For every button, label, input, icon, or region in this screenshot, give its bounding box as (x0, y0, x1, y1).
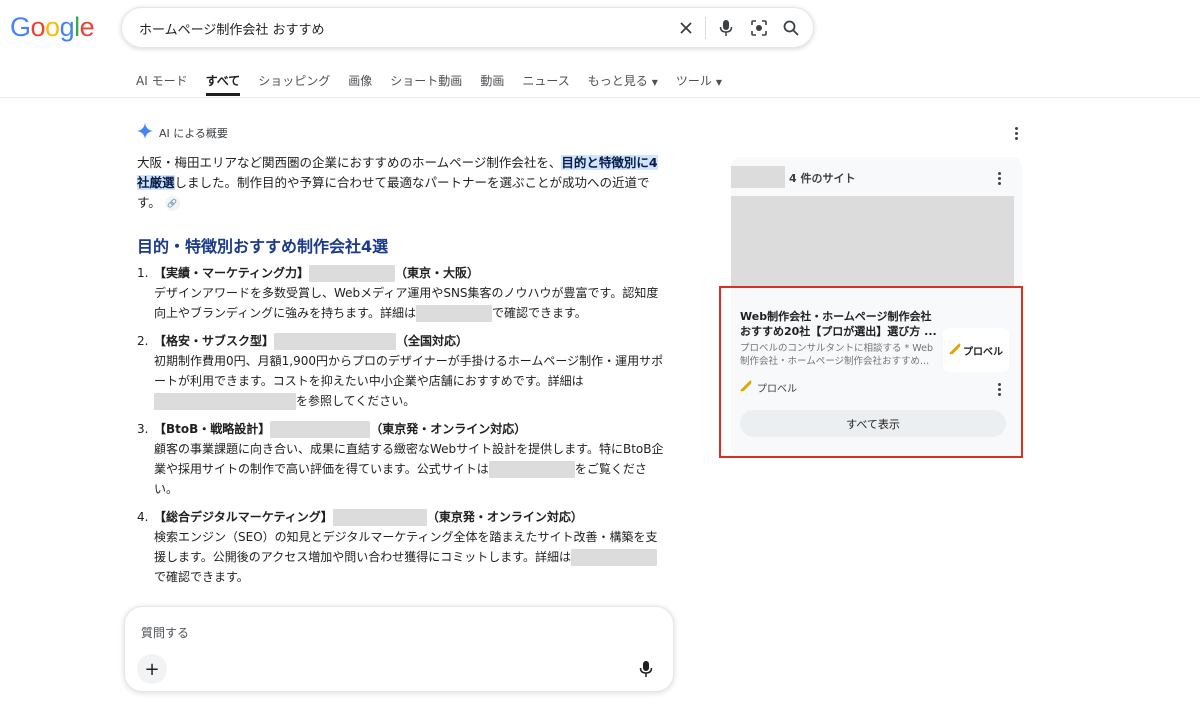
caret-down-icon: ▼ (651, 78, 658, 87)
more-options-icon[interactable] (1010, 125, 1022, 141)
tab-tools[interactable]: ツール ▼ (676, 72, 722, 96)
tab-label: ショート動画 (390, 74, 463, 88)
item-number: 1. (137, 266, 149, 280)
intro-text: しました。制作目的や予算に合わせて最適なパートナーを選ぶことが成功への近道です。 (137, 175, 650, 210)
list-item: 4. 【総合デジタルマーケティング】 （東京発・オンライン対応） 検索エンジン（S… (137, 507, 667, 587)
item-title: 【総合デジタルマーケティング】 (154, 510, 333, 524)
source-card-desc: プロベルのコンサルタントに相談する * Web制作会社・ホームページ制作会社おす… (740, 343, 934, 367)
tab-more[interactable]: もっと見る ▼ (588, 72, 658, 96)
source-thumbnail[interactable]: プロベル (943, 328, 1009, 372)
tab-label: 画像 (348, 74, 373, 88)
logo-letter: o (45, 12, 60, 42)
redacted-link[interactable] (488, 461, 575, 478)
redacted-link[interactable] (154, 393, 296, 410)
redacted-name (332, 509, 427, 526)
tab-videos[interactable]: 動画 (480, 72, 504, 96)
tab-label: ショッピング (258, 74, 331, 88)
search-input[interactable]: ホームページ制作会社 おすすめ (139, 19, 324, 38)
recommendation-list: 1. 【実績・マーケティング力】 （東京・大阪） デザインアワードを多数受賞し、W… (137, 263, 667, 595)
item-desc-end: で確認できます。 (154, 570, 249, 584)
redacted-link[interactable] (571, 549, 658, 566)
close-icon[interactable] (676, 18, 696, 38)
tab-all[interactable]: すべて (205, 72, 241, 96)
item-tag: （東京発・オンライン対応） (426, 510, 583, 524)
lens-icon[interactable] (749, 18, 769, 38)
more-options-icon[interactable] (993, 381, 1005, 397)
tab-label: 動画 (480, 74, 505, 88)
item-tag: （東京・大阪） (395, 266, 480, 280)
caret-down-icon: ▼ (715, 78, 723, 87)
redacted-source-card[interactable] (731, 196, 1014, 286)
list-item: 1. 【実績・マーケティング力】 （東京・大阪） デザインアワードを多数受賞し、W… (137, 263, 667, 323)
item-desc-end: を参照してください。 (296, 394, 416, 408)
logo-letter: G (10, 12, 31, 42)
tab-images[interactable]: 画像 (348, 72, 372, 96)
add-button[interactable]: + (137, 654, 167, 684)
source-site[interactable]: プロベル (740, 380, 797, 395)
tab-ai-mode[interactable]: AI モード (136, 72, 188, 96)
tab-short-videos[interactable]: ショート動画 (390, 72, 462, 96)
tab-label: ニュース (522, 74, 570, 88)
list-item: 2. 【格安・サブスク型】 （全国対応） 初期制作費用0円、月額1,900円からプ… (137, 331, 667, 411)
ai-overview-label: AI による概要 (159, 127, 228, 140)
item-number: 3. (137, 422, 149, 436)
redacted-link[interactable] (415, 305, 492, 322)
redacted-favicons (731, 166, 785, 188)
mic-icon[interactable] (639, 660, 653, 682)
tab-label: もっと見る (587, 74, 648, 88)
sparkle-icon (137, 123, 153, 143)
search-tabs: AI モード すべて ショッピング 画像 ショート動画 動画 ニュース もっと見… (136, 72, 740, 96)
show-all-button[interactable]: すべて表示 (740, 410, 1006, 437)
source-card-title[interactable]: Web制作会社・ホームページ制作会社おすすめ20社【プロが選出】選び方 ... (740, 309, 940, 339)
item-desc: 初期制作費用0円、月額1,900円からプロのデザイナーが手掛けるホームページ制作… (154, 354, 664, 388)
list-item: 3. 【BtoB・戦略設計】 （東京発・オンライン対応） 顧客の事業課題に向き合い… (137, 419, 667, 499)
ask-box[interactable]: 質問する + (124, 606, 674, 692)
item-tag: （東京発・オンライン対応） (370, 422, 527, 436)
favicon-icon (740, 380, 752, 395)
mic-icon[interactable] (716, 18, 736, 38)
item-desc-end: で確認できます。 (491, 306, 587, 320)
redacted-name (309, 265, 396, 282)
logo-letter: o (30, 12, 46, 42)
item-title: 【実績・マーケティング力】 (154, 266, 310, 280)
tab-shopping[interactable]: ショッピング (258, 72, 330, 96)
tab-label: AI モード (136, 74, 188, 88)
intro-text: 大阪・梅田エリアなど関西圏の企業におすすめのホームページ制作会社を、 (137, 155, 562, 170)
redacted-name (274, 333, 397, 350)
source-logo-text: プロベル (963, 346, 1003, 358)
ai-overview-heading: 目的・特徴別おすすめ制作会社4選 (137, 237, 389, 256)
item-number: 2. (137, 334, 149, 348)
ai-overview-header: AI による概要 (137, 123, 228, 143)
search-icon[interactable] (781, 18, 801, 38)
search-box[interactable]: ホームページ制作会社 おすすめ (121, 7, 814, 48)
item-title: 【BtoB・戦略設計】 (154, 422, 271, 436)
tab-news[interactable]: ニュース (522, 72, 569, 96)
more-options-icon[interactable] (993, 170, 1005, 186)
logo-letter: e (79, 12, 95, 42)
sources-count: 4 件のサイト (789, 172, 856, 185)
item-number: 4. (137, 510, 149, 524)
tab-label: ツール (675, 74, 712, 88)
source-name: プロベル (757, 384, 797, 395)
tab-label: すべて (205, 74, 241, 88)
logo-letter: g (59, 12, 75, 42)
ask-input[interactable]: 質問する (141, 624, 189, 641)
provel-logo-icon (949, 342, 961, 358)
google-logo[interactable]: Google (10, 12, 95, 43)
search-divider (705, 17, 706, 39)
redacted-name (270, 421, 371, 438)
ai-overview-intro: 大阪・梅田エリアなど関西圏の企業におすすめのホームページ制作会社を、目的と特徴別… (137, 153, 667, 213)
item-tag: （全国対応） (396, 334, 469, 348)
item-title: 【格安・サブスク型】 (154, 334, 275, 348)
link-icon[interactable]: 🔗 (164, 196, 180, 211)
header-divider (0, 97, 1200, 98)
